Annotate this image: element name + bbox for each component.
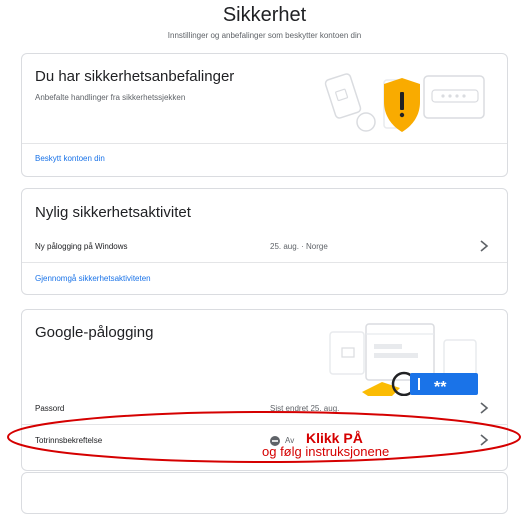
signin-title: Google-pålogging	[35, 324, 154, 341]
activity-card: Nylig sikkerhetsaktivitet Ny pålogging p…	[21, 188, 508, 295]
phone-lock-icon	[324, 73, 362, 119]
recommendations-card: Du har sikkerhetsanbefalinger Anbefalte …	[21, 53, 508, 177]
review-activity-link[interactable]: Gjennomgå sikkerhetsaktiviteten	[35, 274, 151, 283]
password-row[interactable]: Passord Sist endret 25. aug.	[22, 395, 507, 423]
protect-account-link[interactable]: Beskytt kontoen din	[35, 154, 105, 163]
page-subtitle: Innstillinger og anbefalinger som beskyt…	[167, 31, 362, 40]
security-illustration	[324, 73, 485, 132]
recommendations-divider	[22, 143, 507, 144]
recommendations-description: Anbefalte handlinger fra sikkerhetssjekk…	[35, 93, 186, 102]
activity-divider	[22, 262, 507, 263]
warning-shield-icon	[384, 78, 420, 132]
page-title: Sikkerhet	[222, 4, 307, 26]
event-label: Ny pålogging på Windows	[35, 242, 128, 251]
mail-icon	[341, 347, 355, 358]
activity-title: Nylig sikkerhetsaktivitet	[35, 204, 191, 221]
activity-event-row[interactable]: Ny pålogging på Windows 25. aug. · Norge	[22, 233, 507, 261]
chevron-right-icon	[480, 402, 489, 414]
recommendations-title: Du har sikkerhetsanbefalinger	[35, 68, 235, 85]
password-value: Sist endret 25. aug.	[270, 404, 340, 413]
key-asterisks: **	[434, 379, 447, 396]
chevron-right-icon	[480, 434, 489, 446]
event-value: 25. aug. · Norge	[270, 242, 328, 251]
signin-illustration: **	[329, 323, 478, 396]
chevron-right-icon	[480, 240, 489, 252]
annotation-sub-text: og følg instruksjonene	[262, 444, 390, 459]
password-field-icon	[423, 75, 485, 119]
two-step-label: Totrinnsbekreftelse	[35, 436, 103, 445]
password-label: Passord	[35, 404, 65, 413]
bell-icon	[356, 112, 376, 132]
next-card	[21, 472, 508, 514]
signin-divider	[22, 424, 507, 425]
